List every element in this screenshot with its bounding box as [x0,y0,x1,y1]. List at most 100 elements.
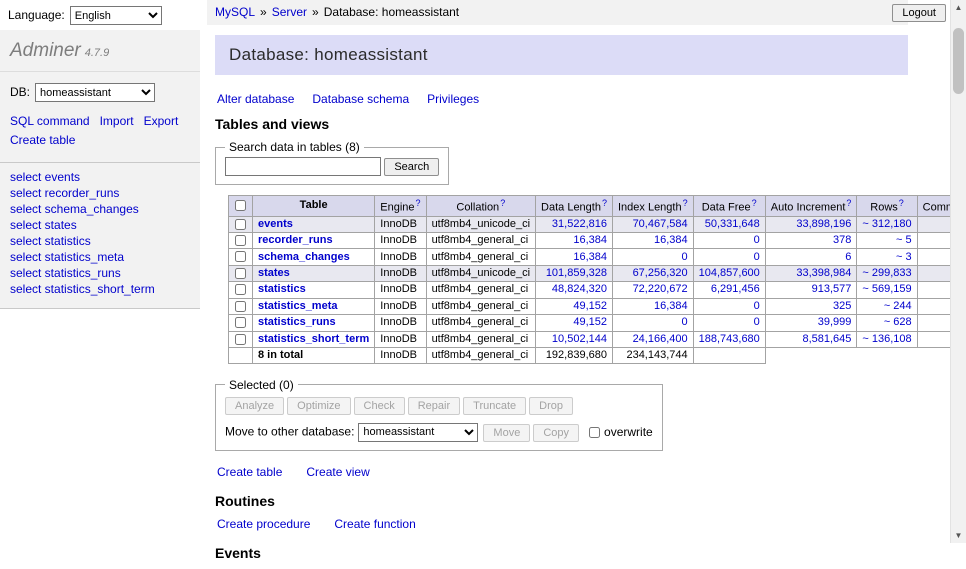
table-link-statistics[interactable]: statistics [258,283,306,295]
drop-button[interactable]: Drop [529,397,573,415]
index-length-link-recorder_runs[interactable]: 16,384 [654,234,688,246]
overwrite-checkbox[interactable] [589,427,600,438]
help-icon[interactable]: ? [416,198,421,208]
rows-link-statistics_runs[interactable]: ~ 628 [884,316,912,328]
index-length-link-statistics_meta[interactable]: 16,384 [654,300,688,312]
help-icon[interactable]: ? [899,198,904,208]
table-link-statistics_short_term[interactable]: statistics_short_term [258,333,369,345]
sidebar-select-schema-changes[interactable]: select schema_changes [10,202,139,216]
db-select[interactable]: homeassistant [35,83,155,102]
data-free-link-statistics_meta[interactable]: 0 [754,300,760,312]
scrollbar-up-arrow[interactable]: ▲ [951,0,966,15]
move-db-select[interactable]: homeassistant [358,423,478,442]
data-length-link-statistics_runs[interactable]: 49,152 [573,316,607,328]
create-function-link[interactable]: Create function [334,517,415,531]
breadcrumb-link-server[interactable]: Server [272,5,307,19]
database-schema-link[interactable]: Database schema [312,92,409,106]
data-free-link-statistics[interactable]: 6,291,456 [711,283,760,295]
copy-button[interactable]: Copy [533,424,579,442]
index-length-link-statistics[interactable]: 72,220,672 [633,283,688,295]
data-length-link-states[interactable]: 101,859,328 [546,267,607,279]
rows-link-events[interactable]: ~ 312,180 [862,218,911,230]
help-icon[interactable]: ? [500,198,505,208]
select-checkbox-statistics_short_term[interactable] [235,334,246,345]
select-checkbox-schema_changes[interactable] [235,251,246,262]
sidebar-select-events[interactable]: select events [10,170,80,184]
create-table-link[interactable]: Create table [217,465,282,479]
sidebar-select-statistics-meta[interactable]: select statistics_meta [10,250,124,264]
sidebar-link-import[interactable]: Import [100,114,134,128]
language-select[interactable]: English [70,6,162,25]
auto-increment-link-statistics_runs[interactable]: 39,999 [818,316,852,328]
data-length-link-events[interactable]: 31,522,816 [552,218,607,230]
index-length-link-states[interactable]: 67,256,320 [633,267,688,279]
auto-increment-link-states[interactable]: 33,398,984 [796,267,851,279]
scrollbar[interactable]: ▲ ▼ [950,0,966,543]
data-length-link-recorder_runs[interactable]: 16,384 [573,234,607,246]
adminer-logo-link[interactable]: Adminer4.7.9 [10,40,109,61]
data-length-link-statistics_meta[interactable]: 49,152 [573,300,607,312]
auto-increment-link-statistics[interactable]: 913,577 [812,283,852,295]
select-checkbox-recorder_runs[interactable] [235,235,246,246]
help-icon[interactable]: ? [752,198,757,208]
scrollbar-thumb[interactable] [953,28,964,94]
table-link-statistics_meta[interactable]: statistics_meta [258,300,338,312]
privileges-link[interactable]: Privileges [427,92,479,106]
select-checkbox-states[interactable] [235,268,246,279]
auto-increment-link-schema_changes[interactable]: 6 [845,251,851,263]
sidebar-select-recorder-runs[interactable]: select recorder_runs [10,186,119,200]
search-button[interactable]: Search [384,158,439,176]
help-icon[interactable]: ? [683,198,688,208]
help-icon[interactable]: ? [846,198,851,208]
table-link-statistics_runs[interactable]: statistics_runs [258,316,336,328]
index-length-link-schema_changes[interactable]: 0 [682,251,688,263]
move-button[interactable]: Move [483,424,530,442]
data-free-link-schema_changes[interactable]: 0 [754,251,760,263]
data-length-link-statistics_short_term[interactable]: 10,502,144 [552,333,607,345]
optimize-button[interactable]: Optimize [287,397,350,415]
auto-increment-link-statistics_short_term[interactable]: 8,581,645 [802,333,851,345]
breadcrumb-link-mysql[interactable]: MySQL [215,5,255,19]
table-link-events[interactable]: events [258,218,293,230]
rows-link-states[interactable]: ~ 299,833 [862,267,911,279]
check-button[interactable]: Check [354,397,405,415]
rows-link-statistics[interactable]: ~ 569,159 [862,283,911,295]
data-free-link-events[interactable]: 50,331,648 [705,218,760,230]
data-free-link-statistics_short_term[interactable]: 188,743,680 [699,333,760,345]
help-icon[interactable]: ? [602,198,607,208]
rows-link-statistics_short_term[interactable]: ~ 136,108 [862,333,911,345]
index-length-link-events[interactable]: 70,467,584 [633,218,688,230]
data-free-link-recorder_runs[interactable]: 0 [754,234,760,246]
rows-link-schema_changes[interactable]: ~ 3 [896,251,912,263]
sidebar-select-states[interactable]: select states [10,218,77,232]
scrollbar-down-arrow[interactable]: ▼ [951,528,966,543]
data-free-link-statistics_runs[interactable]: 0 [754,316,760,328]
sidebar-select-statistics-runs[interactable]: select statistics_runs [10,266,121,280]
truncate-button[interactable]: Truncate [463,397,526,415]
sidebar-select-statistics-short-term[interactable]: select statistics_short_term [10,282,155,296]
index-length-link-statistics_runs[interactable]: 0 [682,316,688,328]
table-link-recorder_runs[interactable]: recorder_runs [258,234,333,246]
search-input[interactable] [225,157,381,176]
create-view-link[interactable]: Create view [306,465,369,479]
alter-database-link[interactable]: Alter database [217,92,294,106]
index-length-link-statistics_short_term[interactable]: 24,166,400 [633,333,688,345]
auto-increment-link-events[interactable]: 33,898,196 [796,218,851,230]
select-checkbox-statistics[interactable] [235,284,246,295]
sidebar-link-sql-command[interactable]: SQL command [10,114,90,128]
sidebar-link-export[interactable]: Export [144,114,179,128]
logout-button[interactable]: Logout [892,4,946,22]
select-checkbox-statistics_meta[interactable] [235,301,246,312]
create-procedure-link[interactable]: Create procedure [217,517,310,531]
repair-button[interactable]: Repair [408,397,460,415]
auto-increment-link-statistics_meta[interactable]: 325 [833,300,851,312]
select-checkbox-events[interactable] [235,219,246,230]
table-link-schema_changes[interactable]: schema_changes [258,251,350,263]
sidebar-select-statistics[interactable]: select statistics [10,234,91,248]
analyze-button[interactable]: Analyze [225,397,284,415]
data-free-link-states[interactable]: 104,857,600 [699,267,760,279]
data-length-link-statistics[interactable]: 48,824,320 [552,283,607,295]
data-length-link-schema_changes[interactable]: 16,384 [573,251,607,263]
table-link-states[interactable]: states [258,267,290,279]
select-checkbox-statistics_runs[interactable] [235,317,246,328]
